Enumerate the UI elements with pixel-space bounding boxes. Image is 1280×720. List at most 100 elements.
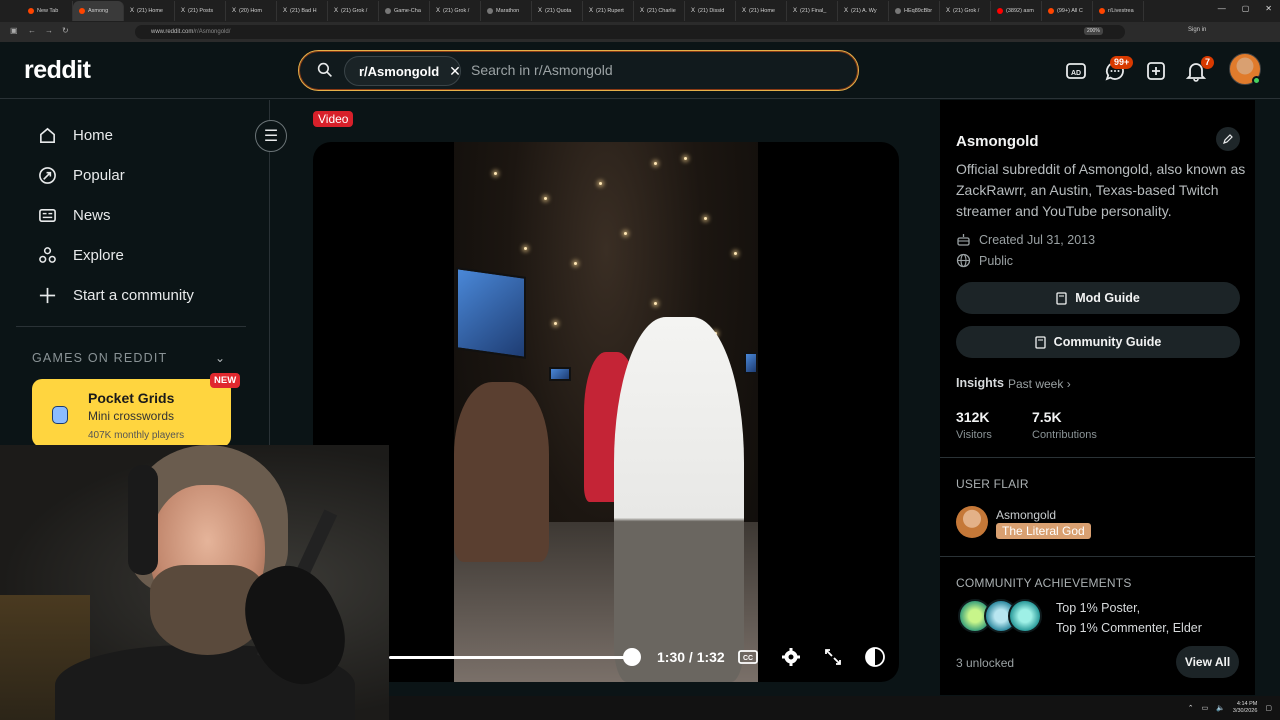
- volume-icon[interactable]: [864, 646, 886, 668]
- remove-chip-icon[interactable]: ✕: [449, 63, 461, 80]
- browser-tab[interactable]: X (21) Home: [124, 1, 175, 21]
- post-flair[interactable]: Video: [313, 111, 354, 127]
- speaker-icon[interactable]: 🔈: [1216, 704, 1225, 712]
- forward-icon[interactable]: →: [45, 26, 53, 35]
- address-bar[interactable]: www.reddit.com/r/Asmongold/: [135, 25, 1125, 39]
- browser-tab[interactable]: X (21) Bad H: [277, 1, 328, 21]
- browser-tab[interactable]: X (21) Grok /: [430, 1, 481, 21]
- browser-tab[interactable]: X (21) Home: [736, 1, 787, 21]
- x-favicon: X: [538, 8, 543, 14]
- achievements-title: COMMUNITY ACHIEVEMENTS: [956, 576, 1132, 590]
- nav-label: Popular: [73, 167, 125, 184]
- back-icon[interactable]: ←: [28, 26, 36, 35]
- video-player[interactable]: [313, 142, 899, 682]
- reddit-logo[interactable]: reddit: [24, 56, 91, 85]
- captions-icon[interactable]: CC: [737, 646, 759, 668]
- browser-tab[interactable]: r/Livestrea: [1093, 1, 1144, 21]
- browser-tab[interactable]: Marathon: [481, 1, 532, 21]
- browser-tab-label: (21) Quota: [545, 8, 572, 14]
- browser-tab[interactable]: X (21) A. Wy: [838, 1, 889, 21]
- fullscreen-icon[interactable]: [822, 646, 844, 668]
- reload-icon[interactable]: ↻: [62, 26, 69, 35]
- url-host: www.reddit.com: [151, 29, 194, 35]
- browser-tab[interactable]: X (21) Final_: [787, 1, 838, 21]
- browser-tab[interactable]: X (21) Grok /: [940, 1, 991, 21]
- nav-item-news[interactable]: News: [38, 206, 111, 225]
- chevron-up-icon[interactable]: ⌃: [1188, 704, 1194, 712]
- insights-period-dropdown[interactable]: Past week ›: [1008, 377, 1071, 391]
- reddit-header: reddit r/Asmongold ✕ AD 99+ 7: [0, 42, 1280, 99]
- mod-guide-button[interactable]: Mod Guide: [956, 282, 1240, 314]
- streamer-webcam-overlay: [0, 445, 389, 720]
- browser-tab[interactable]: (99+) All C: [1042, 1, 1093, 21]
- view-all-button[interactable]: View All: [1176, 646, 1239, 678]
- browser-tab[interactable]: (3892) asm: [991, 1, 1042, 21]
- nav-item-home[interactable]: Home: [38, 126, 113, 145]
- notifications-tray-icon[interactable]: ▢: [1265, 704, 1272, 712]
- nav-label: Explore: [73, 247, 124, 264]
- browser-tab[interactable]: X (21) Rupert: [583, 1, 634, 21]
- video-scrubber[interactable]: [623, 648, 642, 666]
- zoom-indicator[interactable]: 200%: [1084, 27, 1103, 35]
- achievement-line: Top 1% Poster,: [1056, 601, 1141, 615]
- games-section-title[interactable]: GAMES ON REDDIT: [32, 351, 167, 365]
- user-flair-tag[interactable]: The Literal God: [996, 523, 1091, 539]
- browser-tab[interactable]: X (21) Quota: [532, 1, 583, 21]
- flair-avatar[interactable]: [956, 506, 988, 538]
- subreddit-search-chip[interactable]: r/Asmongold ✕: [344, 56, 461, 86]
- edit-community-button[interactable]: [1216, 127, 1240, 151]
- browser-tab[interactable]: Game-Cha: [379, 1, 430, 21]
- visitors-value: 312K: [956, 409, 990, 425]
- flair-username[interactable]: Asmongold: [996, 508, 1056, 522]
- nav-item-explore[interactable]: Explore: [38, 246, 124, 265]
- search-icon: [317, 62, 332, 77]
- browser-tab-label: (21) Final_: [800, 8, 827, 14]
- sidebar-toggle-icon[interactable]: ▣: [10, 26, 18, 35]
- insights-period-label: Past week: [1008, 377, 1064, 391]
- clock-time: 4:14 PM: [1236, 701, 1258, 707]
- minimize-icon[interactable]: —: [1218, 4, 1226, 13]
- browser-tab-label: New Tab: [37, 8, 59, 14]
- page-favicon: [385, 8, 391, 14]
- browser-tab-label: (21) Posts: [188, 8, 214, 14]
- browser-tab[interactable]: X (21) Dissid: [685, 1, 736, 21]
- x-favicon: X: [946, 8, 951, 14]
- search-bar[interactable]: r/Asmongold ✕: [298, 50, 859, 91]
- maximize-icon[interactable]: ▢: [1242, 4, 1250, 13]
- online-status-dot: [1252, 76, 1261, 85]
- nav-item-popular[interactable]: Popular: [38, 166, 125, 185]
- community-guide-button[interactable]: Community Guide: [956, 326, 1240, 358]
- achievement-badge[interactable]: [1008, 599, 1042, 633]
- create-post-icon[interactable]: [1145, 60, 1167, 82]
- advertise-icon[interactable]: AD: [1065, 60, 1087, 82]
- pocket-grids-card[interactable]: NEW Pocket Grids Mini crosswords 407K mo…: [32, 373, 241, 447]
- network-icon[interactable]: ▭: [1202, 704, 1209, 712]
- collapse-sidebar-button[interactable]: ☰: [255, 120, 287, 152]
- browser-tab[interactable]: X (21) Charlie: [634, 1, 685, 21]
- browser-tab-label: (21) Charlie: [647, 8, 676, 14]
- contributions-stat: 7.5K Contributions: [1032, 409, 1097, 441]
- menu-icon: ☰: [263, 128, 279, 145]
- user-avatar[interactable]: [1229, 53, 1261, 85]
- browser-tab[interactable]: X (20) Hom: [226, 1, 277, 21]
- chevron-down-icon[interactable]: ⌄: [215, 351, 225, 365]
- close-icon[interactable]: ✕: [1265, 4, 1272, 13]
- browser-tab[interactable]: X (21) Posts: [175, 1, 226, 21]
- browser-tab-label: (21) Grok /: [443, 8, 470, 14]
- popular-icon: [39, 167, 56, 184]
- settings-gear-icon[interactable]: [780, 646, 802, 668]
- x-favicon: X: [181, 8, 186, 14]
- video-progress-bar[interactable]: [389, 656, 637, 659]
- x-favicon: X: [640, 8, 645, 14]
- browser-tab[interactable]: HEq89cBbr: [889, 1, 940, 21]
- ceiling-light: [524, 247, 527, 250]
- browser-signin[interactable]: Sign in: [1188, 27, 1206, 33]
- clock[interactable]: 4:14 PM 3/30/2026: [1233, 701, 1257, 715]
- nav-item-start-community[interactable]: Start a community: [38, 286, 194, 305]
- x-favicon: X: [130, 8, 135, 14]
- svg-text:CC: CC: [743, 655, 753, 662]
- browser-tab[interactable]: New Tab: [22, 1, 73, 21]
- browser-tab[interactable]: Asmong: [73, 1, 124, 21]
- browser-tab[interactable]: X (21) Grok /: [328, 1, 379, 21]
- search-input[interactable]: [471, 62, 831, 78]
